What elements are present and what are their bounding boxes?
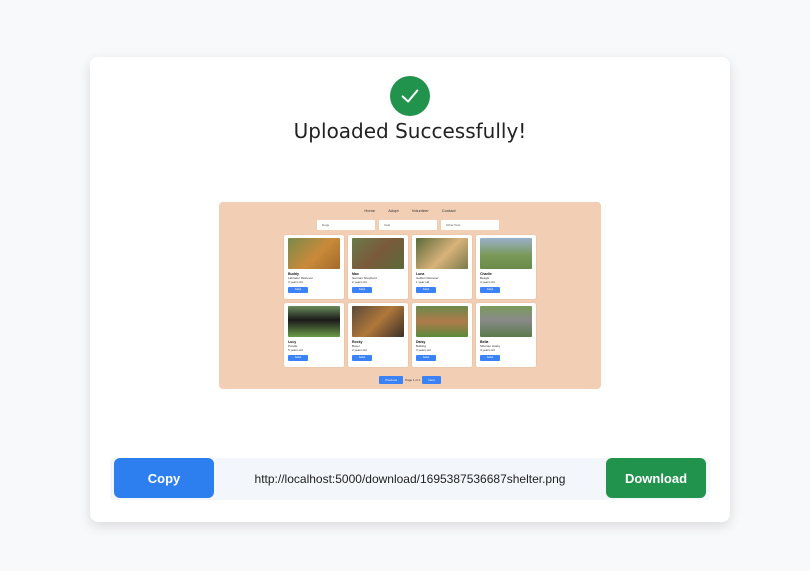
download-url[interactable]: http://localhost:5000/download/169538753…	[220, 458, 600, 500]
dog-photo	[480, 306, 532, 337]
preview-nav: Home Adopt Volunteer Contact	[219, 208, 601, 213]
uploaded-image-preview: Home Adopt Volunteer Contact Dogs Cats O…	[219, 202, 601, 389]
pet-adopt-button: Adopt	[416, 287, 436, 293]
preview-pet-card: Luna Golden Retriever 1 year old Adopt	[412, 235, 472, 299]
preview-nav-item: Volunteer	[411, 208, 429, 213]
preview-nav-item: Contact	[441, 208, 456, 213]
pet-adopt-button: Adopt	[352, 287, 372, 293]
preview-pet-card: Bella Siberian Husky 4 years old Adopt	[476, 303, 536, 367]
preview-pet-card: Max German Shepherd 2 years old Adopt	[348, 235, 408, 299]
pet-adopt-button: Adopt	[288, 355, 308, 361]
preview-prev-button: Previous	[379, 376, 404, 384]
pet-adopt-button: Adopt	[416, 355, 436, 361]
pet-age: 1 year old	[416, 280, 430, 284]
pet-adopt-button: Adopt	[288, 287, 308, 293]
dog-photo	[416, 306, 468, 337]
pet-adopt-button: Adopt	[480, 355, 500, 361]
preview-filter: Cats	[379, 220, 437, 230]
pet-age: 5 years old	[288, 348, 303, 352]
preview-nav-item: Home	[364, 208, 376, 213]
preview-page-info: Page 1 of 1	[405, 378, 421, 382]
preview-filters: Dogs Cats Other Pets	[317, 220, 499, 230]
pet-age: 3 years old	[288, 280, 303, 284]
dog-photo	[288, 306, 340, 337]
preview-pagination: Previous Page 1 of 1 Next	[219, 376, 601, 384]
pet-age: 4 years old	[480, 280, 495, 284]
pet-adopt-button: Adopt	[352, 355, 372, 361]
download-button[interactable]: Download	[606, 458, 706, 498]
share-link-bar: Copy http://localhost:5000/download/1695…	[110, 458, 710, 500]
pet-age: 2 years old	[352, 280, 367, 284]
preview-next-button: Next	[422, 376, 441, 384]
pet-adopt-button: Adopt	[480, 287, 500, 293]
dog-photo	[480, 238, 532, 269]
preview-pet-card: Lucy Poodle 5 years old Adopt	[284, 303, 344, 367]
preview-pet-card: Charlie Beagle 4 years old Adopt	[476, 235, 536, 299]
preview-pet-card: Daisy Bulldog 3 years old Adopt	[412, 303, 472, 367]
dog-photo	[352, 238, 404, 269]
pet-age: 3 years old	[416, 348, 431, 352]
preview-pet-grid: Buddy Labrador Retriever 3 years old Ado…	[284, 235, 536, 367]
dog-photo	[416, 238, 468, 269]
preview-filter: Dogs	[317, 220, 375, 230]
pet-age: 2 years old	[352, 348, 367, 352]
preview-pet-card: Rocky Boxer 2 years old Adopt	[348, 303, 408, 367]
preview-pet-card: Buddy Labrador Retriever 3 years old Ado…	[284, 235, 344, 299]
page-title: Uploaded Successfully!	[293, 119, 527, 143]
upload-success-card: Uploaded Successfully! Home Adopt Volunt…	[90, 57, 730, 522]
dog-photo	[288, 238, 340, 269]
dog-photo	[352, 306, 404, 337]
pet-age: 4 years old	[480, 348, 495, 352]
preview-filter: Other Pets	[441, 220, 499, 230]
check-circle-icon	[390, 76, 430, 116]
copy-button[interactable]: Copy	[114, 458, 214, 498]
preview-nav-item: Adopt	[388, 208, 399, 213]
